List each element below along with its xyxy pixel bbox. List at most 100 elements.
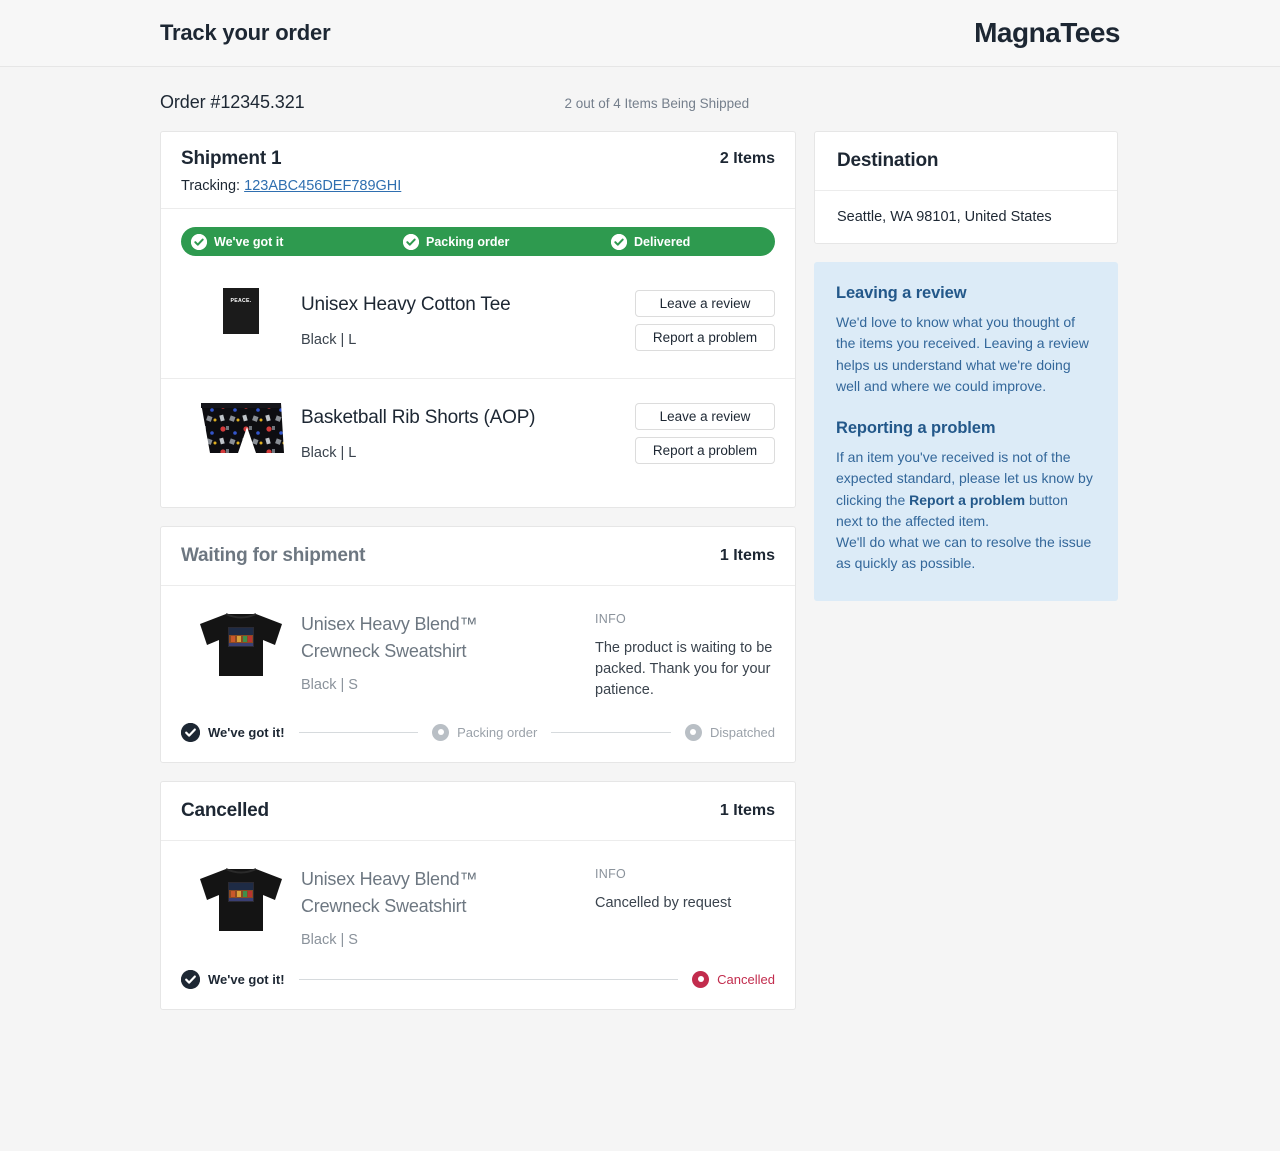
help-problem-text-bold: Report a problem (909, 491, 1026, 508)
info-text: Cancelled by request (595, 894, 732, 911)
shorts-black-aop-icon (201, 403, 284, 453)
info-text: The product is waiting to be packed. Tha… (595, 640, 773, 698)
svg-text:PEACE.: PEACE. (230, 298, 251, 304)
order-number: Order #12345.321 (160, 92, 305, 112)
destination-address: Seattle, WA 98101, United States (837, 209, 1052, 225)
waiting-item-row: Unisex Heavy Blend™ Crewneck Sweatshirt … (161, 586, 795, 723)
check-circle-icon (191, 233, 207, 250)
product-details: Unisex Heavy Blend™ Crewneck Sweatshirt … (301, 608, 595, 693)
info-label: INFO (595, 612, 627, 626)
help-problem-text: If an item you've received is not of the… (836, 447, 1096, 575)
progress-step-label: Packing order (426, 234, 510, 249)
check-circle-icon (611, 233, 627, 250)
waiting-header: Waiting for shipment 1 Items (161, 527, 795, 586)
cancelled-card: Cancelled 1 Items Unisex Heavy Blend™ Cr… (160, 780, 796, 1010)
product-name-line1: Unisex Heavy Blend™ (301, 614, 478, 634)
shipment-progress-bar: We've got it Packing order Delivered (181, 227, 775, 256)
product-name: Unisex Heavy Cotton Tee (301, 294, 511, 315)
check-circle-icon (403, 233, 419, 250)
product-info-block: INFO Cancelled by request (595, 863, 775, 914)
product-name: Basketball Rib Shorts (AOP) (301, 407, 536, 428)
pending-dot-icon (432, 723, 450, 741)
sweatshirt-black-graphic-icon (200, 867, 282, 931)
product-name-line2: Crewneck Sweatshirt (301, 895, 467, 916)
progress-step-received: We've got it (191, 233, 403, 250)
shipment-header: Shipment 1 2 Items Tracking: 123ABC456DE… (161, 132, 795, 209)
page-body: Order #12345.321 2 out of 4 Items Being … (0, 67, 1280, 1010)
waiting-item-count: 1 Items (719, 547, 775, 564)
product-variant: Black | L (301, 444, 357, 461)
product-name-line1: Unisex Heavy Blend™ (301, 868, 478, 889)
track-step-cancelled: Cancelled (692, 970, 775, 988)
destination-card: Destination Seattle, WA 98101, United St… (814, 131, 1118, 244)
order-status-text: 2 out of 4 Items Being Shipped (564, 96, 750, 111)
track-connector (298, 978, 679, 980)
shipment-item-count: 2 Items (719, 150, 775, 167)
page-title: Track your order (160, 20, 331, 45)
help-review-title: Leaving a review (836, 284, 967, 302)
cancelled-dot-icon (692, 970, 710, 988)
track-step-label: Cancelled (717, 971, 775, 987)
progress-step-delivered: Delivered (611, 233, 691, 250)
track-step-dispatched: Dispatched (684, 723, 776, 741)
shipment-item-row: PEACE. Unisex Heavy Cotton Tee Black | L… (161, 266, 795, 378)
cancelled-header: Cancelled 1 Items (161, 782, 795, 841)
product-details: Unisex Heavy Cotton Tee Black | L (301, 288, 635, 348)
track-step-received: We've got it! (181, 969, 285, 989)
shipment-card: Shipment 1 2 Items Tracking: 123ABC456DE… (160, 131, 796, 508)
cancelled-title: Cancelled (181, 799, 269, 821)
report-a-problem-button[interactable]: Report a problem (635, 437, 775, 464)
product-variant: Black | L (301, 331, 357, 348)
track-connector (551, 731, 671, 733)
pending-dot-icon (684, 723, 702, 741)
check-circle-filled-icon (181, 722, 200, 742)
cancelled-progress-track: We've got it! Cancelled (161, 969, 795, 1009)
product-details: Basketball Rib Shorts (AOP) Black | L (301, 401, 635, 461)
product-variant: Black | S (301, 931, 358, 948)
waiting-title: Waiting for shipment (181, 545, 366, 566)
help-review-text: We'd love to know what you thought of th… (836, 314, 1089, 394)
leave-a-review-button[interactable]: Leave a review (635, 403, 775, 430)
product-variant: Black | S (301, 677, 358, 693)
report-a-problem-button[interactable]: Report a problem (635, 324, 775, 351)
shipment-item-row: Basketball Rib Shorts (AOP) Black | L Le… (161, 378, 795, 507)
track-step-label: Dispatched (709, 724, 776, 740)
track-step-label: We've got it! (208, 724, 285, 740)
shipment-title: Shipment 1 (181, 148, 282, 169)
sweatshirt-black-graphic-icon (200, 613, 282, 676)
product-thumbnail: PEACE. (181, 288, 301, 334)
waiting-for-shipment-card: Waiting for shipment 1 Items Unisex Heav… (160, 526, 796, 763)
product-actions: Leave a review Report a problem (635, 288, 775, 351)
track-connector (298, 731, 419, 733)
cancelled-item-count: 1 Items (719, 801, 775, 819)
track-step-received: We've got it! (181, 722, 285, 742)
product-name-line2: Crewneck Sweatshirt (301, 641, 467, 661)
product-info-block: INFO The product is waiting to be packed… (595, 608, 775, 701)
track-step-label: Packing order (457, 724, 538, 740)
help-panel: Leaving a review We'd love to know what … (814, 262, 1118, 601)
app-header: Track your order MagnaTees (0, 0, 1280, 67)
tee-black-peace-icon: PEACE. (223, 288, 259, 334)
leave-a-review-button[interactable]: Leave a review (635, 290, 775, 317)
help-problem-text-line2: We'll do what we can to resolve the issu… (836, 534, 1092, 572)
help-problem-title: Reporting a problem (836, 419, 996, 438)
tracking-label: Tracking: (181, 178, 241, 194)
orders-column: Shipment 1 2 Items Tracking: 123ABC456DE… (160, 131, 796, 1010)
product-thumbnail (181, 608, 301, 682)
destination-title: Destination (837, 150, 939, 171)
order-summary: Order #12345.321 2 out of 4 Items Being … (160, 67, 1120, 131)
shipment-progress-wrap: We've got it Packing order Delivered (161, 209, 795, 266)
progress-step-packing: Packing order (403, 233, 611, 250)
tracking-row: Tracking: 123ABC456DEF789GHI (181, 178, 775, 194)
product-details: Unisex Heavy Blend™ Crewneck Sweatshirt … (301, 863, 595, 948)
brand-logo: MagnaTees (974, 17, 1120, 48)
waiting-progress-track: We've got it! Packing order Dispatched (161, 722, 795, 762)
track-step-label: We've got it! (208, 971, 285, 987)
product-actions: Leave a review Report a problem (635, 401, 775, 464)
sidebar-column: Destination Seattle, WA 98101, United St… (814, 131, 1118, 601)
cancelled-item-row: Unisex Heavy Blend™ Crewneck Sweatshirt … (161, 841, 795, 970)
destination-header: Destination (815, 132, 1117, 191)
progress-step-label: Delivered (634, 234, 691, 249)
content-layout: Shipment 1 2 Items Tracking: 123ABC456DE… (160, 131, 1120, 1010)
tracking-number-link[interactable]: 123ABC456DEF789GHI (244, 178, 401, 194)
